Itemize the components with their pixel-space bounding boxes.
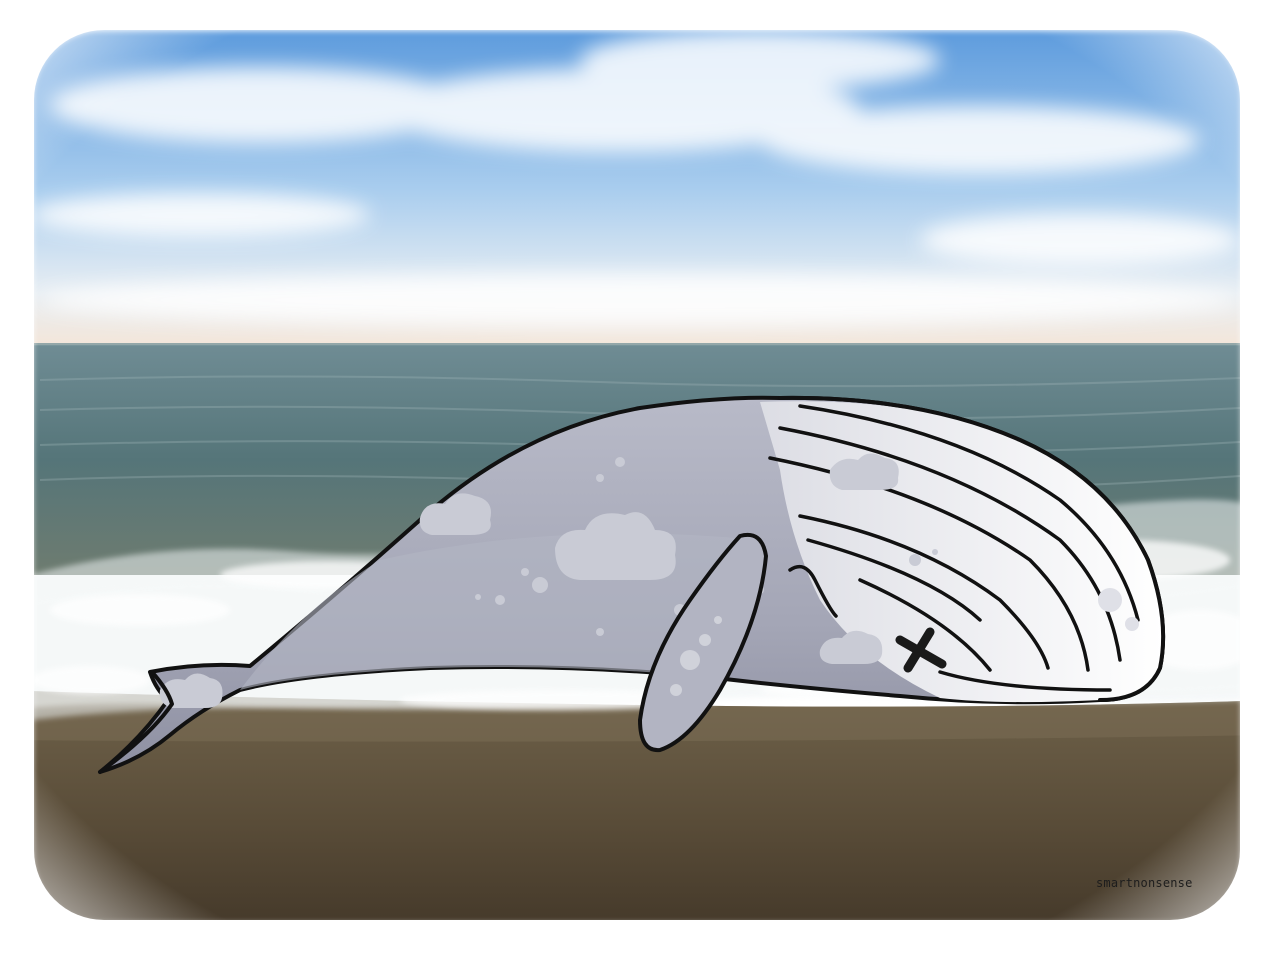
artist-signature: smartnonsense bbox=[1096, 876, 1193, 890]
beach-scene bbox=[0, 0, 1274, 957]
illustration-canvas: smartnonsense bbox=[0, 0, 1274, 957]
